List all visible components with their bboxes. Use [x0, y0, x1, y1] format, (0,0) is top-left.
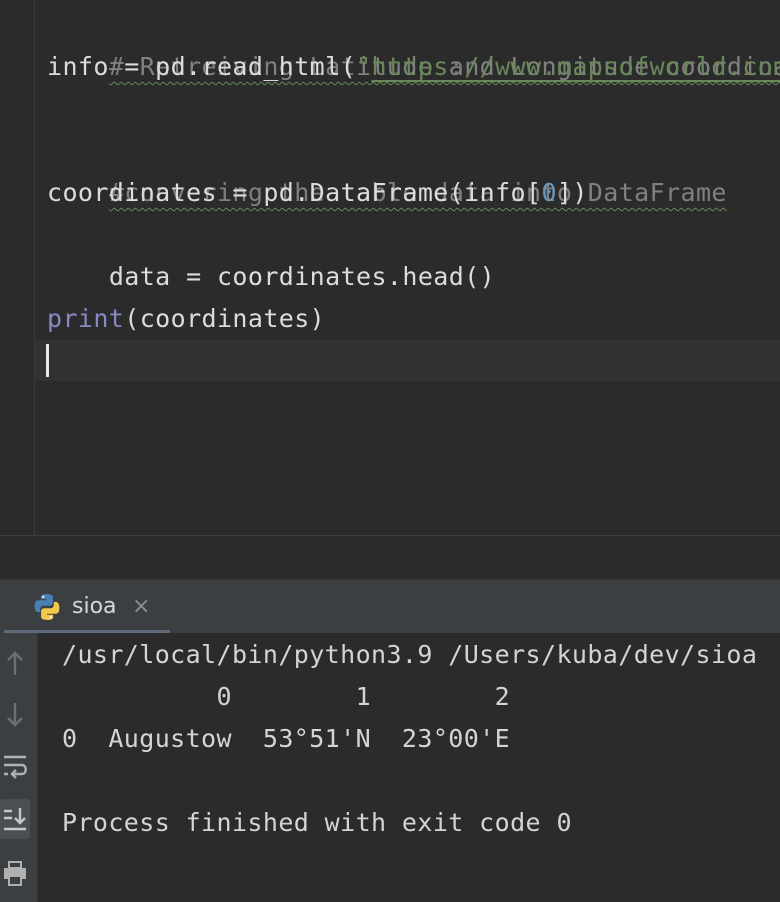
python-icon	[34, 594, 60, 620]
panel-splitter[interactable]	[0, 535, 780, 580]
code-line-1: # Retreiving Latitude and Longitude coor…	[47, 4, 780, 81]
run-tab-bar: sioa ×	[0, 579, 780, 634]
code-line-2: info = pd.read_html("https://www.mapsofw…	[47, 46, 780, 88]
arrow-down-icon[interactable]	[0, 695, 30, 735]
print-builtin: print	[47, 304, 125, 333]
run-tab-sioa[interactable]: sioa ×	[4, 580, 170, 634]
console-command-line: /usr/local/bin/python3.9 /Users/kuba/dev…	[62, 640, 758, 669]
url-link[interactable]: https://www.mapsofworld.com	[371, 52, 780, 81]
head-call: data = coordinates.head()	[108, 262, 496, 291]
code-editor[interactable]: # Retreiving Latitude and Longitude coor…	[0, 0, 780, 535]
code-line-6: data = coordinates.head()	[47, 214, 495, 291]
close-icon[interactable]: ×	[132, 592, 150, 622]
code-line-4: #convering the table data into DataFrame	[47, 130, 727, 207]
scroll-to-end-icon[interactable]	[0, 799, 30, 839]
editor-gutter	[0, 0, 35, 535]
code-line-5: coordinates = pd.DataFrame(info[0])	[47, 172, 588, 214]
dataframe-call-close: ])	[556, 178, 588, 207]
index-number: 0	[541, 178, 557, 207]
read-html-call: info = pd.read_html(	[47, 52, 357, 81]
arrow-up-icon[interactable]	[0, 643, 30, 683]
console-output-header: 0 1 2	[62, 682, 511, 711]
print-args: (coordinates)	[124, 304, 326, 333]
console-output-row: 0 Augustow 53°51'N 23°00'E	[62, 724, 511, 753]
print-icon[interactable]	[0, 853, 30, 893]
run-console[interactable]: /usr/local/bin/python3.9 /Users/kuba/dev…	[0, 633, 780, 902]
soft-wrap-icon[interactable]	[0, 747, 30, 787]
run-tab-label: sioa	[72, 594, 117, 619]
text-caret	[46, 344, 49, 377]
console-toolbar	[0, 633, 38, 902]
dataframe-call: coordinates = pd.DataFrame(info[	[47, 178, 542, 207]
current-line-highlight	[35, 340, 780, 381]
code-line-8: print(coordinates)	[47, 298, 325, 340]
string-quote: "	[356, 52, 372, 81]
console-exit-message: Process finished with exit code 0	[62, 808, 572, 837]
